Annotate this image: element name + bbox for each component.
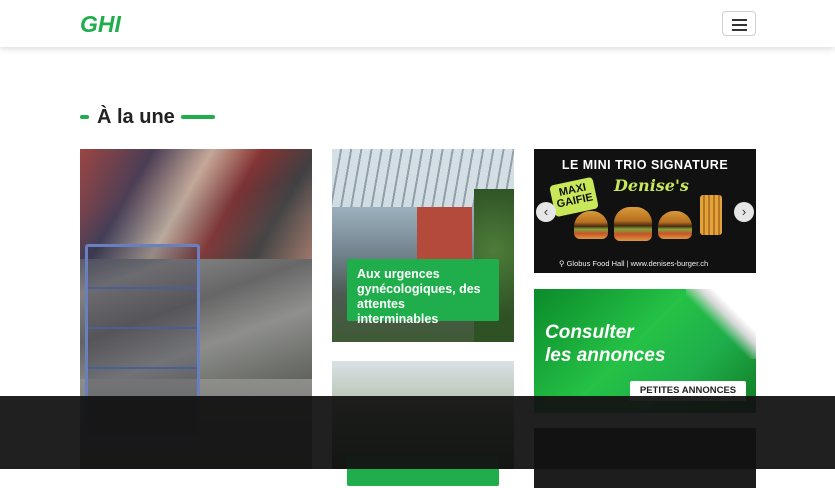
ghi-logo[interactable]: GHI <box>80 12 142 36</box>
burger-image <box>574 211 608 239</box>
section-heading: À la une <box>80 105 215 129</box>
ad-brand: Denise's <box>614 176 689 195</box>
bottom-overlay <box>0 396 835 469</box>
heading-accent-right <box>180 115 215 119</box>
ad-petites-annonces[interactable]: Consulter les annonces PETITES ANNONCES <box>534 289 756 413</box>
article-caption[interactable]: Aux urgences gynécologiques, des attente… <box>347 259 499 326</box>
fries-image <box>700 195 722 235</box>
burger-image <box>614 207 652 241</box>
chevron-left-icon[interactable]: ‹ <box>536 202 556 222</box>
article-image <box>80 149 312 259</box>
chevron-right-icon[interactable]: › <box>734 202 754 222</box>
ad-title: LE MINI TRIO SIGNATURE <box>561 158 729 172</box>
ad-footer: ⚲ Globus Food Hall | www.denises-burger.… <box>559 259 709 268</box>
heading-accent-left <box>80 115 89 119</box>
page-curl-decoration <box>686 289 756 359</box>
ad-burger-banner[interactable]: LE MINI TRIO SIGNATURE MAXI GAIFIE Denis… <box>534 149 756 273</box>
menu-toggle-button[interactable] <box>722 11 756 36</box>
top-navbar: GHI <box>0 0 835 47</box>
ad-headline: Consulter les annonces <box>545 322 666 366</box>
burger-image <box>658 211 692 239</box>
hamburger-icon <box>732 19 747 21</box>
section-title: À la une <box>97 105 175 128</box>
svg-text:GHI: GHI <box>80 12 122 36</box>
